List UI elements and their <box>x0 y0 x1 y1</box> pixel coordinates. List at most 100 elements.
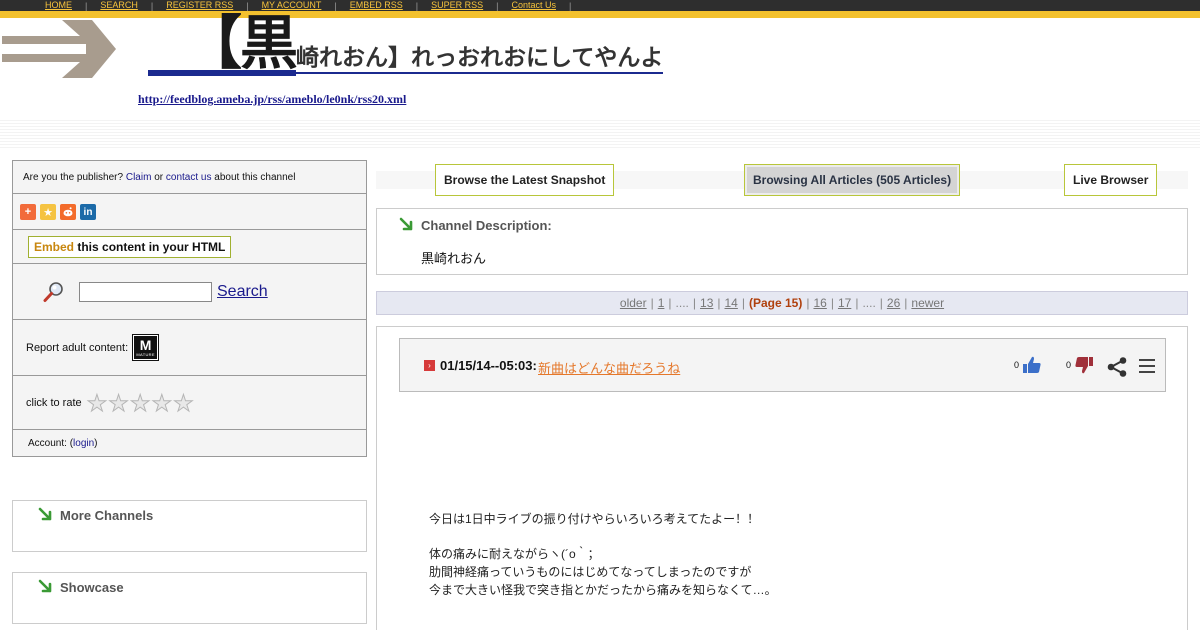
channel-description-box: Channel Description: 黒崎れおん <box>376 208 1188 275</box>
nav-link-super-rss[interactable]: SUPER RSS <box>431 0 483 11</box>
nav-item: MY ACCOUNT | <box>262 0 350 11</box>
menu-icon[interactable] <box>1139 357 1155 375</box>
pager-newer[interactable]: newer <box>911 296 944 310</box>
like-count: 0 <box>1014 360 1020 370</box>
star-icon[interactable]: ★ <box>108 391 130 415</box>
share-row: + ★ in <box>13 194 366 230</box>
pager-sep: | <box>668 296 672 310</box>
contact-us-link[interactable]: contact us <box>166 172 212 183</box>
pager-page-1[interactable]: 1 <box>658 296 665 310</box>
nav-link-register-rss[interactable]: REGISTER RSS <box>166 0 233 11</box>
nav-link-home[interactable]: HOME <box>45 0 72 11</box>
nav-separator: | <box>150 0 154 11</box>
vote-controls: 0 0 <box>1014 355 1094 375</box>
rate-label: click to rate <box>26 396 82 409</box>
embed-rest: this content in your HTML <box>77 240 226 254</box>
account-label: Account: ( <box>28 438 74 449</box>
account-row: Account: (login) <box>13 430 366 456</box>
header: 【黒 崎れおん】れっおれおにしてやんよ http://feedblog.ameb… <box>0 15 1200 150</box>
green-arrow-icon <box>38 579 52 593</box>
nav-separator: | <box>496 0 499 11</box>
pager-sep: | <box>904 296 908 310</box>
rating-stars: ★ ★ ★ ★ ★ <box>86 391 195 415</box>
channel-title-link[interactable]: 【黒 崎れおん】れっおれおにしてやんよ <box>148 15 664 76</box>
thumbs-down-icon[interactable] <box>1074 355 1094 375</box>
tab-all-articles[interactable]: Browsing All Articles (505 Articles) <box>744 164 961 196</box>
feed-url-link[interactable]: http://feedblog.ameba.jp/rss/ameblo/le0n… <box>138 92 406 107</box>
adult-report-row: Report adult content: M MATURE <box>13 320 366 376</box>
nav-separator: | <box>569 0 572 11</box>
pager-page-17[interactable]: 17 <box>838 296 851 310</box>
embed-button[interactable]: Embed this content in your HTML <box>28 236 232 258</box>
more-channels-title[interactable]: More Channels <box>38 507 153 523</box>
magnifier-icon <box>43 281 63 302</box>
mature-rating-icon[interactable]: M MATURE <box>132 334 160 361</box>
pager-sep: | <box>879 296 883 310</box>
tab-live-browser[interactable]: Live Browser <box>1064 164 1158 196</box>
pager-page-26[interactable]: 26 <box>887 296 900 310</box>
pager-sep: | <box>650 296 654 310</box>
pager-page-16[interactable]: 16 <box>813 296 826 310</box>
nav-item: REGISTER RSS | <box>166 0 261 11</box>
star-icon[interactable]: ★ <box>129 391 151 415</box>
nav-link-embed-rss[interactable]: EMBED RSS <box>350 0 403 11</box>
showcase-title[interactable]: Showcase <box>38 579 124 595</box>
embed-row: Embed this content in your HTML <box>13 230 366 264</box>
showcase-panel: Showcase <box>12 572 367 624</box>
nav-link-my-account[interactable]: MY ACCOUNT <box>262 0 322 11</box>
article-line: 今まで大きい怪我で突き指とかだったから痛みを知らなくて…。 <box>429 583 777 597</box>
account-close: ) <box>94 438 98 449</box>
pager-sep: | <box>692 296 697 310</box>
publisher-row: Are you the publisher? Claim or contact … <box>13 161 366 194</box>
pager-sep: | <box>830 296 834 310</box>
nav-separator: | <box>246 0 249 11</box>
search-button[interactable]: Search <box>217 283 268 301</box>
article-line: 今日は1日中ライブの振り付けやらいろいろ考えてたよー！！ <box>429 512 760 526</box>
share-icon[interactable] <box>1106 356 1128 378</box>
top-nav: HOME | SEARCH | REGISTER RSS | MY ACCOUNT | EMBE… <box>0 0 1200 11</box>
pager-page-13[interactable]: 13 <box>700 296 713 310</box>
red-arrow-icon: › <box>424 360 435 371</box>
article-title-link[interactable]: 新曲はどんな曲だろうね <box>538 358 680 377</box>
pager-sep: | <box>717 296 721 310</box>
thumbs-up-icon[interactable] <box>1022 355 1042 375</box>
or-text: or <box>154 172 164 183</box>
article-date: 01/15/14--05:03: <box>440 358 537 373</box>
pager-sep: | <box>806 296 810 310</box>
tab-latest-snapshot[interactable]: Browse the Latest Snapshot <box>435 164 615 196</box>
linkedin-icon[interactable]: in <box>80 204 96 220</box>
nav-item: SEARCH | <box>100 0 166 11</box>
nav-link-contact-us[interactable]: Contact Us <box>511 0 556 11</box>
claim-link[interactable]: Claim <box>126 172 152 183</box>
browse-tabs: Browse the Latest Snapshot Browsing All … <box>376 163 1188 197</box>
article-line: 肋間神経痛っていうものにはじめてなってしまったのですが <box>429 565 752 579</box>
sidebar: Are you the publisher? Claim or contact … <box>12 160 367 457</box>
pager-older[interactable]: older <box>620 296 647 310</box>
favorites-icon[interactable]: ★ <box>40 204 56 220</box>
adult-report-label: Report adult content: <box>26 341 129 354</box>
pager-current-page: (Page 15) <box>748 296 803 310</box>
channel-title-rest: 崎れおん】れっおれおにしてやんよ <box>296 44 664 70</box>
channel-description-label: Channel Description: <box>421 217 552 233</box>
article-header: › 01/15/14--05:03: 新曲はどんな曲だろうね 0 0 <box>399 338 1166 392</box>
arrow-logo-icon <box>2 20 116 78</box>
search-input[interactable] <box>79 281 212 302</box>
nav-link-search[interactable]: SEARCH <box>100 0 138 11</box>
star-icon[interactable]: ★ <box>173 391 195 415</box>
showcase-label: Showcase <box>60 579 124 595</box>
rate-row: click to rate ★ ★ ★ ★ ★ <box>13 376 366 430</box>
reddit-icon[interactable] <box>60 204 76 220</box>
green-arrow-icon <box>399 217 413 231</box>
article-body: 今日は1日中ライブの振り付けやらいろいろ考えてたよー！！ 体の痛みに耐えながらヽ(… <box>429 510 777 599</box>
pager-page-14[interactable]: 14 <box>725 296 738 310</box>
star-icon[interactable]: ★ <box>151 391 173 415</box>
article-blank-line <box>429 528 777 545</box>
pager-ellipsis: .... <box>862 296 876 310</box>
addthis-icon[interactable]: + <box>20 204 36 220</box>
nav-separator: | <box>334 0 337 11</box>
login-link[interactable]: login <box>73 438 94 449</box>
nav-item: Contact Us | <box>511 0 584 11</box>
star-icon[interactable]: ★ <box>86 391 108 415</box>
search-row: Search <box>13 264 366 320</box>
article-card: › 01/15/14--05:03: 新曲はどんな曲だろうね 0 0 今日は1日… <box>376 326 1188 630</box>
